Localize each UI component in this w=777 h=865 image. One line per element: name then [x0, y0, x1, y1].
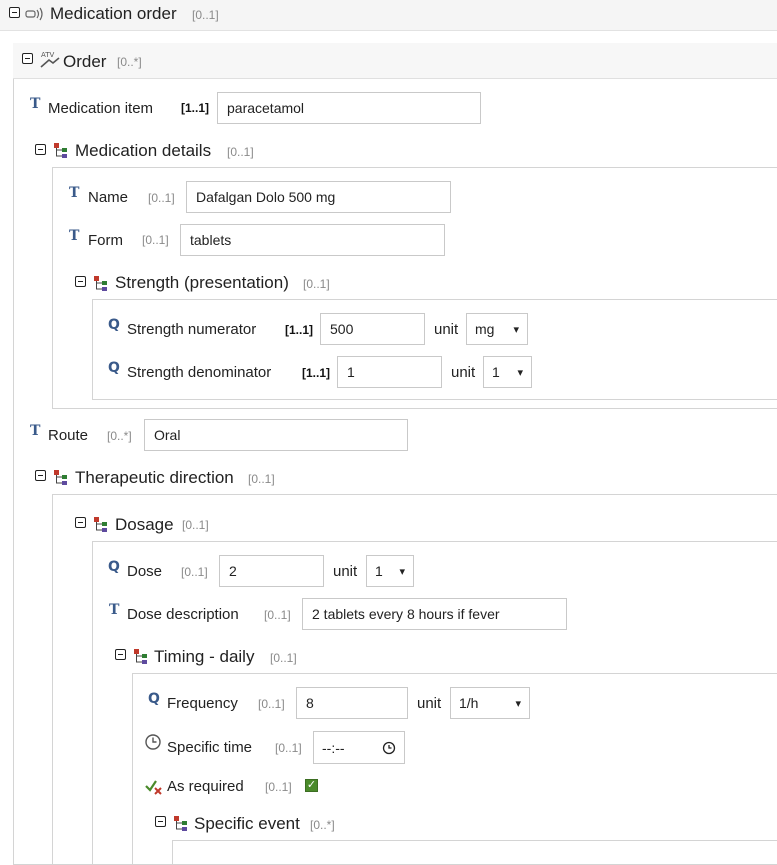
- route-label: Route: [48, 427, 89, 444]
- strength-numerator-input[interactable]: [320, 313, 425, 345]
- quantity-type-icon: Q: [108, 360, 120, 376]
- activity-icon: ATV: [40, 51, 60, 68]
- quantity-type-icon: Q: [108, 559, 120, 575]
- form-input[interactable]: [180, 224, 445, 256]
- form-cardinality: [0..1]: [142, 233, 169, 247]
- medication-item-label: Medication item: [48, 100, 154, 117]
- route-cardinality: [0..*]: [107, 429, 132, 443]
- clock-icon[interactable]: [382, 741, 396, 755]
- quantity-type-icon: Q: [108, 317, 120, 333]
- dose-cardinality: [0..1]: [181, 565, 208, 579]
- instruction-icon: [25, 7, 43, 21]
- selected-unit: mg: [475, 321, 495, 337]
- dose-unit-select[interactable]: 1 ▾: [366, 555, 414, 587]
- collapse-timing-toggle[interactable]: [115, 649, 126, 660]
- chevron-down-icon: ▾: [517, 366, 523, 379]
- as-required-cardinality: [0..1]: [265, 780, 292, 794]
- strength-denominator-unit-select[interactable]: 1 ▾: [483, 356, 532, 388]
- chevron-down-icon: ▾: [513, 323, 519, 336]
- name-cardinality: [0..1]: [148, 191, 175, 205]
- timing-title: Timing - daily: [154, 647, 255, 666]
- collapse-medication-order-toggle[interactable]: [9, 7, 20, 18]
- collapse-dosage-toggle[interactable]: [75, 517, 86, 528]
- unit-label: unit: [434, 321, 459, 338]
- cluster-icon: [134, 649, 147, 664]
- specific-event-cardinality: [0..*]: [310, 818, 335, 832]
- medication-order-title: Medication order: [50, 4, 177, 23]
- strength-denominator-label: Strength denominator: [127, 364, 272, 381]
- strength-numerator-unit-select[interactable]: mg ▾: [466, 313, 528, 345]
- selected-unit: 1/h: [459, 695, 479, 711]
- name-label: Name: [88, 189, 129, 206]
- medication-details-cardinality: [0..1]: [227, 145, 254, 159]
- specific-event-section: [172, 840, 777, 864]
- collapse-medication-details-toggle[interactable]: [35, 144, 46, 155]
- dose-input[interactable]: [219, 555, 324, 587]
- collapse-strength-toggle[interactable]: [75, 276, 86, 287]
- order-cardinality: [0..*]: [117, 55, 142, 69]
- selected-unit: 1: [492, 364, 500, 380]
- cluster-icon: [94, 276, 107, 291]
- frequency-label: Frequency: [167, 695, 238, 712]
- time-value: --:--: [322, 739, 345, 756]
- dose-description-cardinality: [0..1]: [264, 608, 291, 622]
- name-input[interactable]: [186, 181, 451, 213]
- chevron-down-icon: ▾: [515, 697, 521, 710]
- strength-numerator-cardinality: [1..1]: [285, 323, 314, 337]
- medication-order-cardinality: [0..1]: [192, 8, 219, 22]
- collapse-specific-event-toggle[interactable]: [155, 816, 166, 827]
- cluster-icon: [54, 470, 67, 485]
- dose-description-label: Dose description: [127, 606, 239, 623]
- dosage-title: Dosage: [115, 515, 174, 534]
- text-type-icon: T: [30, 423, 41, 439]
- text-type-icon: T: [30, 96, 41, 112]
- dose-label: Dose: [127, 563, 163, 580]
- boolean-icon: [145, 780, 162, 795]
- therapeutic-direction-cardinality: [0..1]: [248, 472, 275, 486]
- medication-item-cardinality: [1..1]: [181, 101, 210, 115]
- chevron-down-icon: ▾: [399, 565, 405, 578]
- collapse-order-toggle[interactable]: [22, 53, 33, 64]
- collapse-therapeutic-direction-toggle[interactable]: [35, 470, 46, 481]
- dosage-cardinality: [0..1]: [182, 518, 209, 532]
- form-label: Form: [88, 232, 123, 249]
- frequency-unit-select[interactable]: 1/h ▾: [450, 687, 530, 719]
- medication-item-input[interactable]: [217, 92, 481, 124]
- specific-event-title: Specific event: [194, 814, 300, 833]
- route-input[interactable]: [144, 419, 408, 451]
- quantity-type-icon: Q: [148, 691, 160, 707]
- as-required-checkbox[interactable]: ✓: [305, 779, 318, 792]
- text-type-icon: T: [109, 602, 120, 618]
- unit-label: unit: [417, 695, 442, 712]
- cluster-icon: [174, 816, 187, 831]
- cluster-icon: [54, 143, 67, 158]
- order-title: Order: [63, 52, 107, 71]
- as-required-label: As required: [167, 778, 244, 795]
- medication-details-title: Medication details: [75, 141, 212, 160]
- selected-unit: 1: [375, 563, 383, 579]
- strength-denominator-input[interactable]: [337, 356, 442, 388]
- specific-time-input[interactable]: --:--: [313, 731, 405, 764]
- strength-denominator-cardinality: [1..1]: [302, 366, 331, 380]
- strength-numerator-label: Strength numerator: [127, 321, 257, 338]
- timing-cardinality: [0..1]: [270, 651, 297, 665]
- strength-cardinality: [0..1]: [303, 277, 330, 291]
- frequency-input[interactable]: [296, 687, 408, 719]
- cluster-icon: [94, 517, 107, 532]
- specific-time-cardinality: [0..1]: [275, 741, 302, 755]
- frequency-cardinality: [0..1]: [258, 697, 285, 711]
- unit-label: unit: [333, 563, 358, 580]
- clock-icon: [145, 734, 161, 750]
- text-type-icon: T: [69, 228, 80, 244]
- dose-description-input[interactable]: [302, 598, 567, 630]
- svg-text:ATV: ATV: [41, 51, 55, 59]
- unit-label: unit: [451, 364, 476, 381]
- text-type-icon: T: [69, 185, 80, 201]
- strength-title: Strength (presentation): [115, 273, 289, 292]
- specific-time-label: Specific time: [167, 739, 253, 756]
- therapeutic-direction-title: Therapeutic direction: [75, 468, 234, 487]
